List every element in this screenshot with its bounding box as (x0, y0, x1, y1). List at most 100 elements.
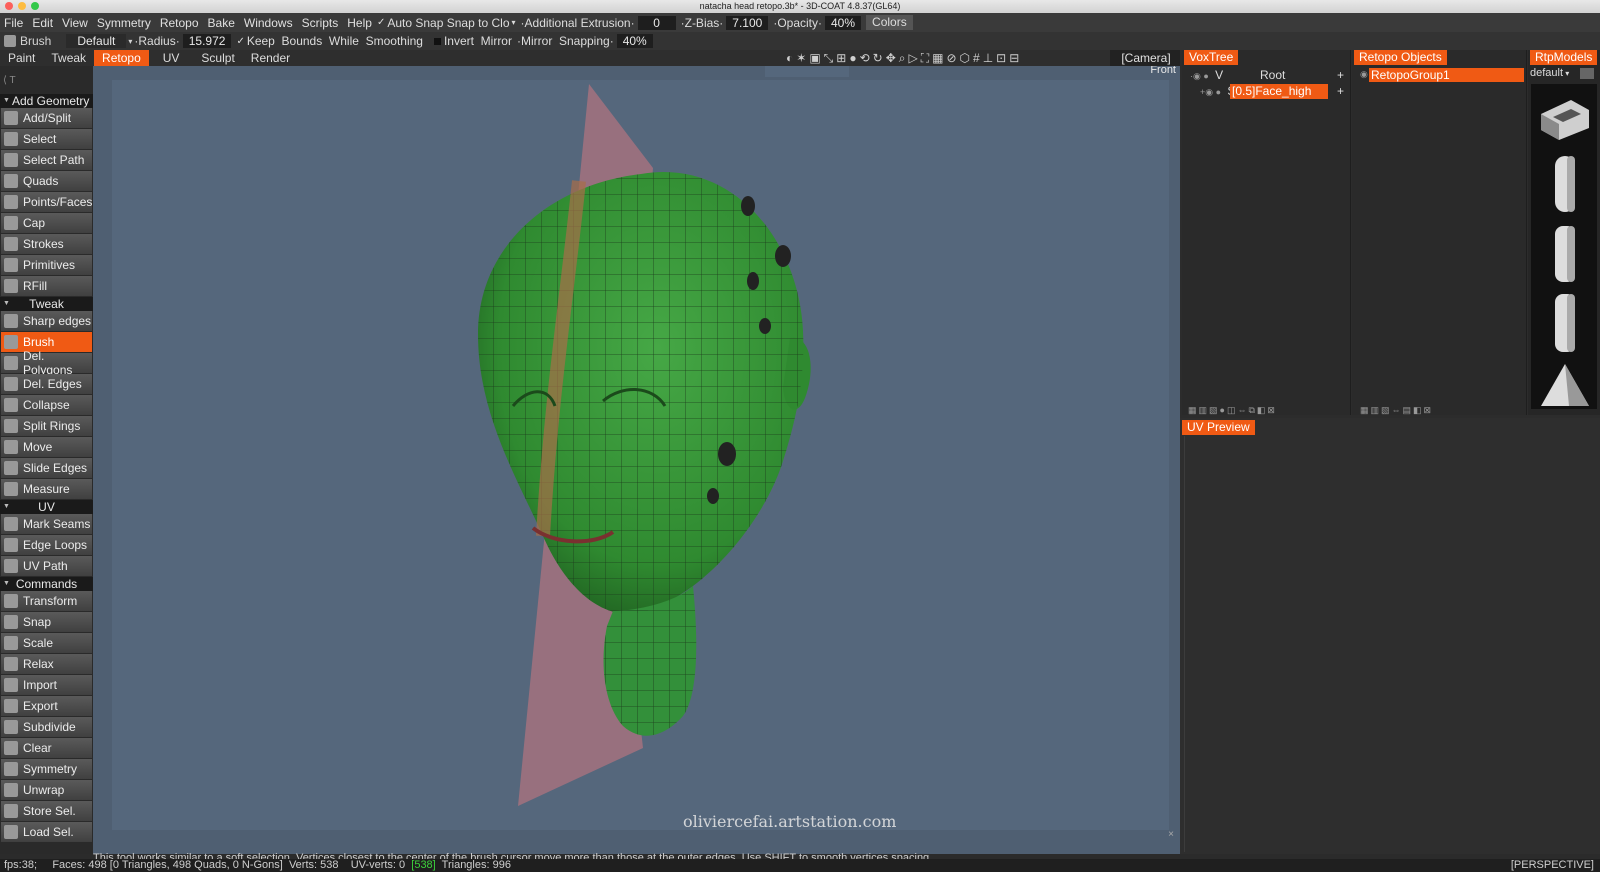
tab-tweak[interactable]: Tweak (43, 50, 94, 66)
tool-del-polygons[interactable]: Del. Polygons (1, 349, 92, 377)
screenshot-icon[interactable]: ⊡ (996, 51, 1006, 65)
retopo-group-item[interactable]: RetopoGroup1 (1369, 68, 1524, 82)
tab-render[interactable]: Render (243, 50, 298, 66)
tool-sharp-edges[interactable]: Sharp edges (1, 311, 92, 331)
tool-slide-edges[interactable]: Slide Edges (1, 458, 92, 478)
rtp-preset-select[interactable]: default ▾ (1530, 67, 1569, 79)
layout-icon[interactable]: ⊟ (1009, 51, 1019, 65)
tool-del-edges[interactable]: Del. Edges (1, 374, 92, 394)
fit-icon[interactable]: ⛶ (921, 51, 929, 65)
shading-icon[interactable]: ◐ (786, 51, 793, 65)
radius-value[interactable]: 15.972 (182, 34, 232, 48)
tool-move[interactable]: Move (1, 437, 92, 457)
invert-mirror-checkbox[interactable]: Invert Mirror (433, 34, 512, 48)
add-icon[interactable]: + (1337, 68, 1344, 82)
play-icon[interactable]: ▷ (909, 51, 918, 65)
tool-primitives[interactable]: Primitives (1, 255, 92, 275)
visibility-icon[interactable]: +◉ ● (1200, 87, 1221, 97)
retopo-footer-icons[interactable]: ▦▥▧⇔▤◧⊠ (1360, 405, 1433, 416)
section-uv[interactable]: ▼ UV (0, 500, 93, 514)
tool-export[interactable]: Export (1, 696, 92, 716)
tab-paint[interactable]: Paint (0, 50, 43, 66)
tool-relax[interactable]: Relax (1, 654, 92, 674)
rotate-icon[interactable]: ↻ (873, 51, 883, 65)
collapse-arrow-icon[interactable]: ▼ (3, 94, 10, 108)
image-icon[interactable]: ▣ (809, 51, 820, 65)
model-thumbnails[interactable] (1531, 84, 1597, 409)
opacity-field[interactable]: · Opacity · 40% (773, 15, 862, 30)
voxtree-row-root[interactable]: ·◉ ● V Root + (1190, 68, 1346, 82)
tool-split-rings[interactable]: Split Rings (1, 416, 92, 436)
tab-retopo[interactable]: Retopo (94, 50, 149, 66)
axis-icon[interactable]: ⊥ (983, 51, 993, 65)
uv-preview-canvas[interactable] (1184, 436, 1599, 852)
voxtree-tab[interactable]: VoxTree (1184, 50, 1239, 65)
visibility-icon[interactable]: ◉ (1360, 69, 1368, 80)
section-commands[interactable]: ▼ Commands (0, 577, 93, 591)
tool-scale[interactable]: Scale (1, 633, 92, 653)
close-window-icon[interactable] (5, 2, 13, 10)
additional-extrusion-field[interactable]: · Additional Extrusion · 0 (521, 15, 676, 30)
tool-mark-seams[interactable]: Mark Seams (1, 514, 92, 534)
keep-bounds-checkbox[interactable]: ✓ Keep Bounds While Smoothing (236, 34, 423, 48)
menu-windows[interactable]: Windows (240, 16, 298, 30)
tool-strokes[interactable]: Strokes (1, 234, 92, 254)
grid-toggle-icon[interactable]: ⊞ (836, 51, 846, 65)
visibility-icon[interactable]: ·◉ ● (1190, 71, 1209, 81)
menu-file[interactable]: File (0, 16, 28, 30)
frame-icon[interactable]: ▦ (932, 51, 943, 65)
voxtree-footer-icons[interactable]: ▦▥▧●◫⇔⧉◧⊠ (1188, 405, 1277, 416)
menu-retopo[interactable]: Retopo (156, 16, 204, 30)
menu-help[interactable]: Help (343, 16, 377, 30)
menu-scripts[interactable]: Scripts (298, 16, 344, 30)
tool-transform[interactable]: Transform (1, 591, 92, 611)
close-icon[interactable]: × (1168, 829, 1174, 840)
z-bias-value[interactable]: 7.100 (726, 15, 769, 30)
brush-preset-select[interactable]: Default (66, 34, 127, 48)
section-add-geometry[interactable]: ▼ Add Geometry (0, 94, 93, 108)
tool-edge-loops[interactable]: Edge Loops (1, 535, 92, 555)
menu-symmetry[interactable]: Symmetry (93, 16, 156, 30)
tool-load-sel[interactable]: Load Sel. (1, 822, 92, 842)
menu-bake[interactable]: Bake (204, 16, 240, 30)
uv-preview-tab[interactable]: UV Preview (1182, 420, 1255, 435)
tool-clear[interactable]: Clear (1, 738, 92, 758)
collapse-arrow-icon[interactable]: ▼ (3, 297, 10, 311)
tool-uv-path[interactable]: UV Path (1, 556, 92, 576)
voxtree-row-face[interactable]: +◉ ● S [0.5]Face_high + (1200, 84, 1346, 99)
zoom-icon[interactable]: ⌕ (899, 51, 906, 65)
tool-add-split[interactable]: Add/Split (1, 108, 92, 128)
face-high-layer[interactable]: [0.5]Face_high (1230, 84, 1328, 99)
tool-store-sel[interactable]: Store Sel. (1, 801, 92, 821)
light-icon[interactable]: ✶ (796, 51, 806, 65)
retopo-objects-tab[interactable]: Retopo Objects (1354, 50, 1447, 65)
z-bias-field[interactable]: · Z-Bias · 7.100 (681, 15, 769, 30)
tool-subdivide[interactable]: Subdivide (1, 717, 92, 737)
tool-cap[interactable]: Cap (1, 213, 92, 233)
menu-view[interactable]: View (58, 16, 93, 30)
cube-icon[interactable]: ⬡ (960, 51, 970, 65)
zoom-window-icon[interactable] (31, 2, 39, 10)
collapse-arrow-icon[interactable]: ▼ (3, 500, 10, 514)
colors-button[interactable]: Colors (866, 15, 913, 30)
collapse-arrow-icon[interactable]: ▼ (3, 577, 10, 591)
tool-points-faces[interactable]: Points/Faces (1, 192, 92, 212)
pan-icon[interactable]: ✥ (886, 51, 896, 65)
radius-field[interactable]: · Radius · 15.972 (134, 34, 232, 48)
tool-import[interactable]: Import (1, 675, 92, 695)
tab-uv[interactable]: UV (155, 50, 188, 66)
camera-select[interactable]: [Camera] (1110, 50, 1182, 66)
tab-sculpt[interactable]: Sculpt (193, 50, 242, 66)
tool-select[interactable]: Select (1, 129, 92, 149)
tool-snap[interactable]: Snap (1, 612, 92, 632)
search-icon[interactable]: ⟨ T (3, 75, 16, 86)
3d-viewport[interactable]: Front oliviercefai.artstation.com × (93, 66, 1180, 854)
projection-mode[interactable]: [PERSPECTIVE] (1511, 859, 1594, 872)
menu-edit[interactable]: Edit (28, 16, 58, 30)
pick-icon[interactable]: ⤡ (824, 51, 834, 65)
mirror-snapping-field[interactable]: · Mirror Snapping · 40% (517, 34, 653, 48)
minimize-window-icon[interactable] (18, 2, 26, 10)
tool-quads[interactable]: Quads (1, 171, 92, 191)
rtp-models-tab[interactable]: RtpModels (1530, 50, 1598, 65)
snapping-value[interactable]: 40% (616, 34, 653, 48)
